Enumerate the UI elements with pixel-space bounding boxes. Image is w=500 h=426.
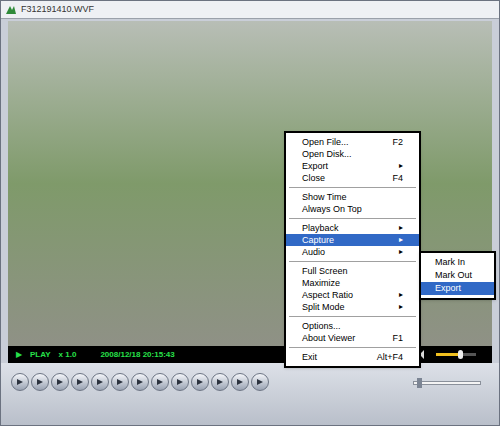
menu-item[interactable]: Playback▸ <box>286 222 419 234</box>
toolbar-button[interactable] <box>91 373 109 391</box>
toolbar-button[interactable] <box>11 373 29 391</box>
toolbar-button[interactable] <box>71 373 89 391</box>
step-icon <box>76 378 84 386</box>
title-bar: F312191410.WVF <box>1 1 499 19</box>
menu-separator <box>289 218 416 219</box>
submenu-item[interactable]: Mark In <box>421 256 494 269</box>
control-icon <box>136 378 144 386</box>
app-logo-icon <box>5 4 17 16</box>
step-icon <box>36 378 44 386</box>
timestamp: 2008/12/18 20:15:43 <box>100 349 174 361</box>
toolbar-button[interactable] <box>131 373 149 391</box>
step-icon <box>156 378 164 386</box>
submenu-arrow-icon: ▸ <box>399 234 403 246</box>
control-icon <box>176 378 184 386</box>
submenu-item[interactable]: Export <box>421 282 494 295</box>
window-title: F312191410.WVF <box>21 3 94 17</box>
play-speed: x 1.0 <box>59 349 77 361</box>
control-icon <box>96 378 104 386</box>
submenu-arrow-icon: ▸ <box>399 222 403 234</box>
toolbar-button[interactable] <box>211 373 229 391</box>
toolbar-button[interactable] <box>191 373 209 391</box>
menu-separator <box>289 261 416 262</box>
submenu-arrow-icon: ▸ <box>399 246 403 258</box>
volume-slider[interactable] <box>436 353 476 356</box>
menu-item[interactable]: Split Mode▸ <box>286 301 419 313</box>
seek-bar[interactable] <box>413 381 481 385</box>
toolbar-button[interactable] <box>31 373 49 391</box>
menu-item[interactable]: Full Screen <box>286 265 419 277</box>
menu-item[interactable]: CloseF4 <box>286 172 419 184</box>
control-icon <box>56 378 64 386</box>
submenu-arrow-icon: ▸ <box>399 160 403 172</box>
player-window: F312191410.WVF ▶ PLAY x 1.0 2008/12/18 20:15… <box>0 0 500 426</box>
menu-item[interactable]: Open File...F2 <box>286 136 419 148</box>
menu-item[interactable]: Aspect Ratio▸ <box>286 289 419 301</box>
submenu-arrow-icon: ▸ <box>399 301 403 313</box>
control-icon <box>216 378 224 386</box>
menu-item[interactable]: Options... <box>286 320 419 332</box>
menu-item[interactable]: ExitAlt+F4 <box>286 351 419 363</box>
capture-submenu: Mark InMark OutExport <box>419 251 496 300</box>
toolbar-button[interactable] <box>171 373 189 391</box>
menu-item[interactable]: Export▸ <box>286 160 419 172</box>
submenu-item[interactable]: Mark Out <box>421 269 494 282</box>
control-icon <box>256 378 264 386</box>
step-icon <box>196 378 204 386</box>
toolbar <box>1 363 499 425</box>
menu-item[interactable]: Always On Top <box>286 203 419 215</box>
menu-separator <box>289 347 416 348</box>
play-state: PLAY <box>30 349 51 361</box>
play-icon: ▶ <box>16 349 22 361</box>
step-icon <box>236 378 244 386</box>
control-icon <box>16 378 24 386</box>
menu-separator <box>289 316 416 317</box>
menu-item[interactable]: About ViewerF1 <box>286 332 419 344</box>
toolbar-button[interactable] <box>251 373 269 391</box>
toolbar-button[interactable] <box>151 373 169 391</box>
menu-item[interactable]: Open Disk... <box>286 148 419 160</box>
step-icon <box>116 378 124 386</box>
menu-item[interactable]: Audio▸ <box>286 246 419 258</box>
menu-separator <box>289 187 416 188</box>
menu-item[interactable]: Show Time <box>286 191 419 203</box>
context-menu: Open File...F2Open Disk...Export▸CloseF4… <box>284 131 421 368</box>
menu-item[interactable]: Maximize <box>286 277 419 289</box>
menu-item[interactable]: Capture▸ <box>286 234 419 246</box>
toolbar-button[interactable] <box>111 373 129 391</box>
toolbar-button[interactable] <box>231 373 249 391</box>
toolbar-button[interactable] <box>51 373 69 391</box>
submenu-arrow-icon: ▸ <box>399 289 403 301</box>
